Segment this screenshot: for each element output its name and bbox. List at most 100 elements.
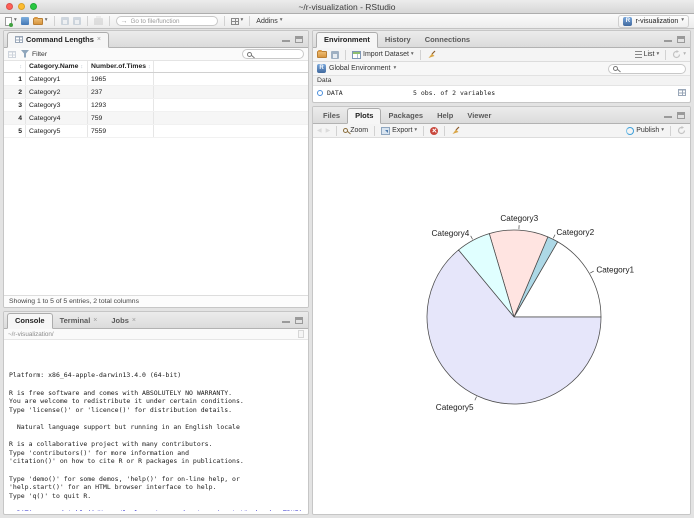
r-project-icon: R bbox=[623, 16, 633, 26]
maximize-panel-button[interactable] bbox=[677, 36, 685, 43]
maximize-panel-button[interactable] bbox=[677, 112, 685, 119]
refresh-view-button[interactable] bbox=[8, 50, 16, 58]
pie-chart: Category1 Category2 Category3 Category4 Cate… bbox=[426, 214, 635, 412]
tab-terminal[interactable]: Terminal × bbox=[53, 314, 105, 328]
open-file-button[interactable]: ▾ bbox=[32, 16, 48, 25]
clear-all-plots-button[interactable] bbox=[451, 126, 460, 135]
filter-funnel-icon bbox=[21, 50, 29, 58]
save-all-button[interactable] bbox=[72, 17, 81, 25]
toolbar-separator bbox=[374, 125, 376, 136]
minimize-panel-button[interactable] bbox=[664, 36, 672, 43]
tab-command-lengths[interactable]: Command Lengths × bbox=[7, 32, 110, 48]
toolbar-separator bbox=[53, 16, 55, 26]
project-menu-button[interactable]: R r-visualization ▾ bbox=[618, 14, 689, 28]
titlebar: ~/r-visualization - RStudio bbox=[0, 0, 694, 14]
publish-button[interactable]: Publish ▾ bbox=[626, 126, 664, 135]
search-icon bbox=[613, 66, 618, 71]
minimize-panel-button[interactable] bbox=[282, 317, 290, 324]
print-button[interactable] bbox=[93, 15, 103, 25]
environment-search[interactable] bbox=[608, 63, 686, 74]
environment-search-input[interactable] bbox=[621, 65, 681, 72]
zoom-plot-button[interactable]: Zoom bbox=[343, 127, 368, 134]
previous-plot-button[interactable]: ◀ bbox=[317, 128, 322, 134]
cell-number-of-times: 1965 bbox=[88, 73, 154, 85]
tab-console[interactable]: Console bbox=[7, 313, 53, 329]
goto-file-search[interactable]: → bbox=[115, 16, 218, 26]
filter-button[interactable]: Filter bbox=[21, 50, 47, 58]
table-row: 2 Category2 237 bbox=[4, 86, 308, 99]
tab-jobs[interactable]: Jobs × bbox=[104, 314, 143, 328]
toolbar-separator bbox=[423, 125, 425, 136]
next-plot-button[interactable]: ▶ bbox=[326, 128, 331, 134]
toolbar-separator bbox=[444, 125, 446, 136]
maximize-panel-button[interactable] bbox=[295, 36, 303, 43]
chevron-down-icon: ▾ bbox=[683, 50, 686, 57]
tab-files[interactable]: Files bbox=[316, 109, 347, 123]
addins-button[interactable]: Addins ▾ bbox=[256, 18, 282, 25]
export-plot-button[interactable]: Export ▾ bbox=[381, 126, 417, 135]
refresh-icon bbox=[673, 50, 681, 59]
window-close-button[interactable] bbox=[6, 3, 13, 10]
tab-environment[interactable]: Environment bbox=[316, 32, 378, 48]
clear-workspace-button[interactable] bbox=[427, 50, 436, 59]
window-title: ~/r-visualization - RStudio bbox=[298, 2, 396, 12]
close-icon[interactable]: × bbox=[93, 317, 97, 324]
panes-icon bbox=[230, 17, 239, 25]
minimize-panel-button[interactable] bbox=[282, 36, 290, 43]
minimize-panel-button[interactable] bbox=[664, 112, 672, 119]
workspace-panes-button[interactable]: ▾ bbox=[230, 17, 243, 25]
remove-plot-button[interactable] bbox=[430, 126, 439, 135]
window-zoom-button[interactable] bbox=[30, 3, 37, 10]
grid-icon bbox=[8, 50, 16, 58]
list-view-button[interactable]: List ▾ bbox=[634, 50, 660, 58]
close-icon[interactable]: × bbox=[132, 317, 136, 324]
console-panel: Console Terminal × Jobs × ~/r-visualizatio… bbox=[3, 311, 309, 515]
new-file-button[interactable]: ▾ bbox=[5, 16, 17, 27]
tab-viewer[interactable]: Viewer bbox=[460, 109, 498, 123]
tab-connections[interactable]: Connections bbox=[418, 33, 477, 47]
view-data-icon[interactable] bbox=[678, 89, 686, 96]
console-line: You are welcome to redistribute it under… bbox=[9, 397, 244, 406]
goto-file-input[interactable] bbox=[130, 17, 213, 25]
environment-object-row[interactable]: DATA 5 obs. of 2 variables bbox=[313, 86, 690, 99]
working-directory[interactable]: ~/r-visualization/ bbox=[8, 331, 54, 338]
refresh-environment-button[interactable]: ▾ bbox=[672, 50, 686, 59]
plots-toolbar: ◀ ▶ Zoom Export ▾ Publish ▾ bbox=[313, 124, 690, 138]
data-viewer-panel: Command Lengths × Filter ↕ Category.Name bbox=[3, 30, 309, 308]
import-dataset-button[interactable]: Import Dataset ▾ bbox=[352, 50, 414, 59]
console-tabbar: Console Terminal × Jobs × bbox=[4, 312, 308, 329]
row-number-header[interactable]: ↕ bbox=[4, 61, 26, 72]
new-project-button[interactable] bbox=[20, 17, 29, 25]
export-icon bbox=[381, 126, 391, 135]
column-header-number-of-times[interactable]: Number.of.Times ↕ bbox=[88, 61, 154, 72]
tab-label: Plots bbox=[355, 111, 374, 120]
load-workspace-button[interactable] bbox=[317, 50, 327, 58]
panel-window-buttons bbox=[282, 36, 303, 43]
tab-help[interactable]: Help bbox=[430, 109, 460, 123]
console-line: R is a collaborative project with many c… bbox=[9, 440, 213, 449]
cell-number-of-times: 237 bbox=[88, 86, 154, 98]
tab-label: Packages bbox=[388, 111, 424, 120]
toolbar-separator bbox=[670, 125, 671, 136]
data-viewer-search[interactable] bbox=[242, 49, 304, 59]
refresh-plots-button[interactable] bbox=[677, 126, 686, 135]
close-icon[interactable]: × bbox=[97, 36, 101, 43]
window-minimize-button[interactable] bbox=[18, 3, 25, 10]
tab-plots[interactable]: Plots bbox=[347, 108, 382, 124]
column-header-category-name[interactable]: Category.Name ↕ bbox=[26, 61, 88, 72]
console-line: > DATA <- read.table("/Users/lsalazar/co… bbox=[9, 509, 303, 511]
data-viewer-search-input[interactable] bbox=[255, 50, 299, 58]
chevron-down-icon: ▾ bbox=[661, 126, 664, 133]
goto-file-icon: → bbox=[120, 17, 128, 25]
tab-history[interactable]: History bbox=[378, 33, 418, 47]
save-button[interactable] bbox=[60, 17, 69, 25]
scope-selector[interactable]: Global Environment bbox=[329, 65, 390, 72]
save-workspace-button[interactable] bbox=[331, 50, 339, 59]
tab-packages[interactable]: Packages bbox=[381, 109, 430, 123]
console-output[interactable]: Platform: x86_64-apple-darwin13.4.0 (64-… bbox=[4, 341, 308, 511]
maximize-panel-button[interactable] bbox=[295, 317, 303, 324]
chevron-down-icon: ▾ bbox=[656, 50, 660, 57]
open-folder-icon bbox=[317, 50, 327, 58]
pie-label-tick bbox=[590, 270, 594, 274]
tab-label: Files bbox=[323, 111, 341, 120]
